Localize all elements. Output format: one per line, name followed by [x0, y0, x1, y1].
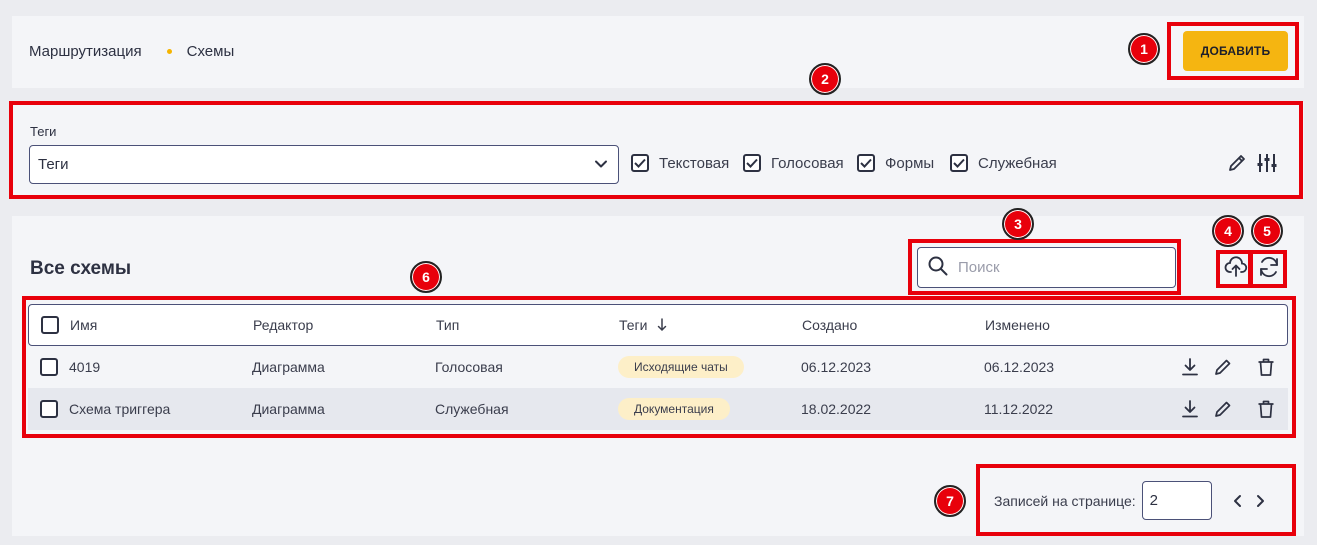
table-row[interactable]: 4019 Диаграмма Голосовая Исходящие чаты …	[28, 346, 1288, 388]
type-filter-service[interactable]: Служебная	[950, 154, 1057, 172]
type-filter-voice[interactable]: Голосовая	[743, 154, 844, 172]
breadcrumb-current: Схемы	[186, 43, 235, 60]
cell-type: Служебная	[435, 401, 509, 417]
marker-2: 2	[809, 63, 841, 95]
cell-tags: Документация	[618, 388, 730, 430]
type-filter-text[interactable]: Текстовая	[631, 154, 729, 172]
add-button[interactable]: ДОБАВИТЬ	[1183, 31, 1288, 71]
checkbox-checked-icon[interactable]	[631, 154, 649, 172]
marker-3: 3	[1002, 208, 1034, 240]
row-checkbox[interactable]	[40, 388, 68, 430]
cell-type: Голосовая	[435, 359, 503, 375]
cell-editor: Диаграмма	[252, 401, 325, 417]
breadcrumb-separator-dot	[166, 49, 172, 54]
select-all-checkbox[interactable]	[41, 305, 69, 345]
cell-modified: 06.12.2023	[984, 359, 1055, 375]
cell-created: 18.02.2022	[801, 401, 872, 417]
type-filter-label: Текстовая	[659, 154, 730, 172]
page-title: Все схемы	[30, 258, 132, 279]
cell-modified: 11.12.2022	[984, 401, 1054, 417]
chevron-left-icon[interactable]	[1232, 494, 1244, 508]
tag-badge: Документация	[618, 398, 730, 420]
marker-5: 5	[1251, 215, 1283, 247]
trash-icon[interactable]	[1256, 346, 1276, 388]
breadcrumb-root[interactable]: Маршрутизация	[29, 43, 142, 60]
filter-settings-icon[interactable]	[1256, 152, 1278, 174]
column-modified[interactable]: Изменено	[985, 305, 1050, 345]
marker-7: 7	[934, 485, 966, 517]
table-header: Имя Редактор Тип Теги Создано Изменено	[28, 304, 1288, 346]
sort-arrow-down-icon	[657, 318, 667, 332]
edit-pencil-icon[interactable]	[1213, 388, 1233, 430]
cell-tags: Исходящие чаты	[618, 346, 744, 388]
type-filter-label: Служебная	[978, 154, 1057, 172]
type-filter-label: Формы	[885, 154, 935, 172]
column-type[interactable]: Тип	[436, 305, 459, 345]
breadcrumb: Маршрутизация Схемы	[29, 43, 234, 60]
page-size-label: Записей на странице:	[994, 492, 1136, 509]
cell-name[interactable]: 4019	[69, 346, 100, 388]
marker-4: 4	[1212, 215, 1244, 247]
download-icon[interactable]	[1180, 346, 1200, 388]
filter-panel: Теги Теги Текстовая Голосовая Формы Служ…	[12, 102, 1304, 198]
search-box[interactable]	[917, 247, 1176, 288]
upload-cloud-icon[interactable]	[1224, 255, 1248, 279]
type-filter-forms[interactable]: Формы	[857, 154, 934, 172]
column-tags[interactable]: Теги	[619, 305, 667, 345]
cell-name[interactable]: Схема триггера	[69, 388, 170, 430]
tags-select[interactable]: Теги	[29, 145, 619, 184]
pagination: Записей на странице: 2	[994, 481, 1266, 520]
row-checkbox[interactable]	[40, 346, 68, 388]
checkbox-checked-icon[interactable]	[950, 154, 968, 172]
trash-icon[interactable]	[1256, 388, 1276, 430]
chevron-down-icon	[594, 157, 608, 175]
type-filter-label: Голосовая	[771, 154, 844, 172]
pencil-icon[interactable]	[1226, 152, 1248, 174]
checkbox-icon[interactable]	[41, 316, 59, 334]
checkbox-icon[interactable]	[40, 400, 58, 418]
tags-select-value: Теги	[38, 156, 69, 173]
tag-badge: Исходящие чаты	[618, 356, 744, 378]
cell-created: 06.12.2023	[801, 359, 872, 375]
table-row[interactable]: Схема триггера Диаграмма Служебная Докум…	[28, 388, 1288, 430]
schemes-table: Имя Редактор Тип Теги Создано Изменено 4…	[28, 304, 1288, 430]
column-tags-label: Теги	[619, 317, 648, 333]
column-created[interactable]: Создано	[802, 305, 857, 345]
search-input[interactable]	[958, 259, 1158, 276]
cell-editor: Диаграмма	[252, 359, 325, 375]
schemes-panel: Все схемы Имя Редактор Тип Теги Создано …	[12, 216, 1304, 536]
checkbox-checked-icon[interactable]	[743, 154, 761, 172]
page-size-input[interactable]: 2	[1141, 481, 1212, 520]
refresh-icon[interactable]	[1257, 255, 1281, 279]
download-icon[interactable]	[1180, 388, 1200, 430]
checkbox-icon[interactable]	[40, 358, 58, 376]
edit-pencil-icon[interactable]	[1213, 346, 1233, 388]
column-editor[interactable]: Редактор	[253, 305, 313, 345]
chevron-right-icon[interactable]	[1254, 494, 1266, 508]
tags-label: Теги	[30, 124, 57, 139]
checkbox-checked-icon[interactable]	[857, 154, 875, 172]
marker-1: 1	[1128, 33, 1160, 65]
column-name[interactable]: Имя	[70, 305, 97, 345]
marker-6: 6	[410, 261, 442, 293]
search-icon	[928, 256, 948, 280]
header-panel: Маршрутизация Схемы ДОБАВИТЬ	[12, 16, 1304, 88]
